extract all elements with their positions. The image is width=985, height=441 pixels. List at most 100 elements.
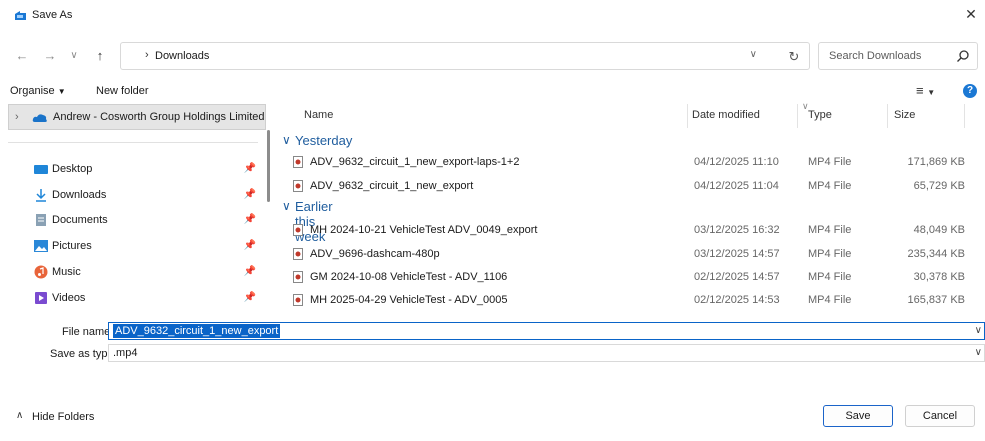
sidebar-item-label: Music [52,266,81,278]
file-type: MP4 File [808,180,852,192]
pin-icon[interactable]: 📌 [244,240,256,251]
new-folder-button[interactable]: New folder [96,85,149,97]
onedrive-label: Andrew - Cosworth Group Holdings Limited [53,111,265,123]
file-row[interactable]: MH 2025-04-29 VehicleTest - ADV_0005 02/… [290,290,980,310]
dropdown-caret-icon: ▼ [57,87,66,96]
file-date: 04/12/2025 11:04 [694,180,779,192]
collapse-chevron-icon[interactable]: ∨ [282,133,291,147]
collapse-chevron-icon[interactable]: ∨ [282,199,291,213]
column-separator[interactable] [687,104,688,128]
video-file-icon [293,156,303,168]
expand-chevron-icon[interactable]: › [15,111,19,123]
file-date: 02/12/2025 14:53 [694,294,780,306]
help-icon[interactable]: ? [963,84,977,98]
download-icon [36,189,46,202]
music-icon [34,265,48,279]
column-header-date-modified[interactable]: Date modified [692,109,760,133]
column-header-type[interactable]: Type [808,109,832,133]
sidebar-item-label: Documents [52,214,108,226]
sidebar-item-label: Pictures [52,240,92,252]
search-box[interactable]: Search Downloads [818,42,978,70]
view-dropdown-caret-icon: ▼ [927,88,936,97]
address-bar[interactable]: › Downloads ∨ ↻ [120,42,810,70]
chevron-up-icon: ∧ [16,410,24,421]
file-row[interactable]: ADV_9632_circuit_1_new_export-laps-1+2 0… [290,152,980,172]
pin-icon[interactable]: 📌 [244,266,256,277]
address-dropdown-button[interactable]: ∨ [750,49,757,60]
recent-locations-button[interactable]: ∨ [66,48,82,64]
window-title: Save As [32,9,73,21]
file-list: Name ∨ Date modified Type Size ∨ Yesterd… [282,101,985,314]
sidebar-item-downloads[interactable]: Downloads 📌 [34,186,264,206]
back-button[interactable]: ← [14,48,30,64]
file-row[interactable]: GM 2024-10-08 VehicleTest - ADV_1106 02/… [290,267,980,287]
file-size: 65,729 KB [913,180,965,192]
close-button[interactable]: ✕ [963,6,979,22]
video-file-icon [293,248,303,260]
file-name-label: File name: [62,326,114,338]
sidebar-item-pictures[interactable]: Pictures 📌 [34,237,264,257]
file-name: ADV_9632_circuit_1_new_export [310,180,474,192]
onedrive-nav-item[interactable]: › Andrew - Cosworth Group Holdings Limit… [8,104,266,130]
column-separator[interactable] [797,104,798,128]
column-separator[interactable] [887,104,888,128]
file-name-input[interactable]: ADV_9632_circuit_1_new_export ∨ [108,322,985,340]
pin-icon[interactable]: 📌 [244,163,256,174]
document-icon [36,214,46,226]
hide-folders-button[interactable]: ∧ Hide Folders [16,410,116,426]
video-file-icon [293,294,303,306]
search-icon [957,50,969,62]
divider [8,142,258,143]
sidebar-item-videos[interactable]: Videos 📌 [34,289,264,309]
save-as-dialog: Save As ✕ ← → ∨ ↑ › Downloads ∨ ↻ Search… [0,0,985,441]
file-type: MP4 File [808,271,852,283]
save-type-select[interactable]: .mp4 ∨ [108,344,985,362]
forward-button[interactable]: → [42,48,58,64]
save-type-label: Save as type: [50,348,117,360]
file-name-value[interactable]: ADV_9632_circuit_1_new_export [113,324,281,338]
sidebar-item-label: Videos [52,292,86,304]
up-button[interactable]: ↑ [92,48,108,64]
refresh-button[interactable]: ↻ [785,48,803,66]
file-type: MP4 File [808,294,852,306]
address-path[interactable]: Downloads [155,50,209,62]
sidebar-item-documents[interactable]: Documents 📌 [34,211,264,231]
column-separator[interactable] [964,104,965,128]
file-date: 02/12/2025 14:57 [694,271,780,283]
video-file-icon [293,271,303,283]
organise-menu-button[interactable]: Organise ▼ [10,85,66,97]
file-size: 165,837 KB [907,294,966,306]
save-button[interactable]: Save [823,405,893,427]
file-row[interactable]: ADV_9632_circuit_1_new_export 04/12/2025… [290,176,980,196]
sidebar-item-label: Desktop [52,163,93,175]
search-input[interactable]: Search Downloads [829,50,921,62]
view-options-button[interactable]: ≡ ▼ [916,83,935,98]
file-date: 03/12/2025 16:32 [694,224,780,236]
desktop-icon [34,165,48,174]
pin-icon[interactable]: 📌 [244,214,256,225]
file-name: GM 2024-10-08 VehicleTest - ADV_1106 [310,271,508,283]
cloud-icon [32,114,47,122]
pin-icon[interactable]: 📌 [244,292,256,303]
app-icon [15,11,26,20]
sidebar-item-label: Downloads [52,189,107,201]
file-type: MP4 File [808,224,852,236]
file-row[interactable]: MH 2024-10-21 VehicleTest ADV_0049_expor… [290,220,980,240]
sidebar-item-desktop[interactable]: Desktop 📌 [34,160,264,180]
chevron-down-icon[interactable]: ∨ [975,347,982,358]
navigation-bar: ← → ∨ ↑ › Downloads ∨ ↻ Search Downloads [0,42,985,70]
pin-icon[interactable]: 📌 [244,189,256,200]
chevron-down-icon[interactable]: ∨ [975,325,982,336]
file-name: MH 2024-10-21 VehicleTest ADV_0049_expor… [310,224,538,236]
cancel-button[interactable]: Cancel [905,405,975,427]
sidebar-item-music[interactable]: Music 📌 [34,263,264,283]
scrollbar[interactable] [267,130,270,202]
navigation-pane: › Andrew - Cosworth Group Holdings Limit… [8,104,270,314]
group-label: Yesterday [295,133,353,148]
file-date: 03/12/2025 14:57 [694,248,780,260]
file-row[interactable]: ADV_9696-dashcam-480p 03/12/2025 14:57 M… [290,244,980,264]
hide-folders-label: Hide Folders [32,411,95,423]
column-header-size[interactable]: Size [894,109,915,133]
column-header-name[interactable]: Name [304,109,333,133]
command-bar: Organise ▼ New folder ≡ ▼ ? [0,82,985,102]
